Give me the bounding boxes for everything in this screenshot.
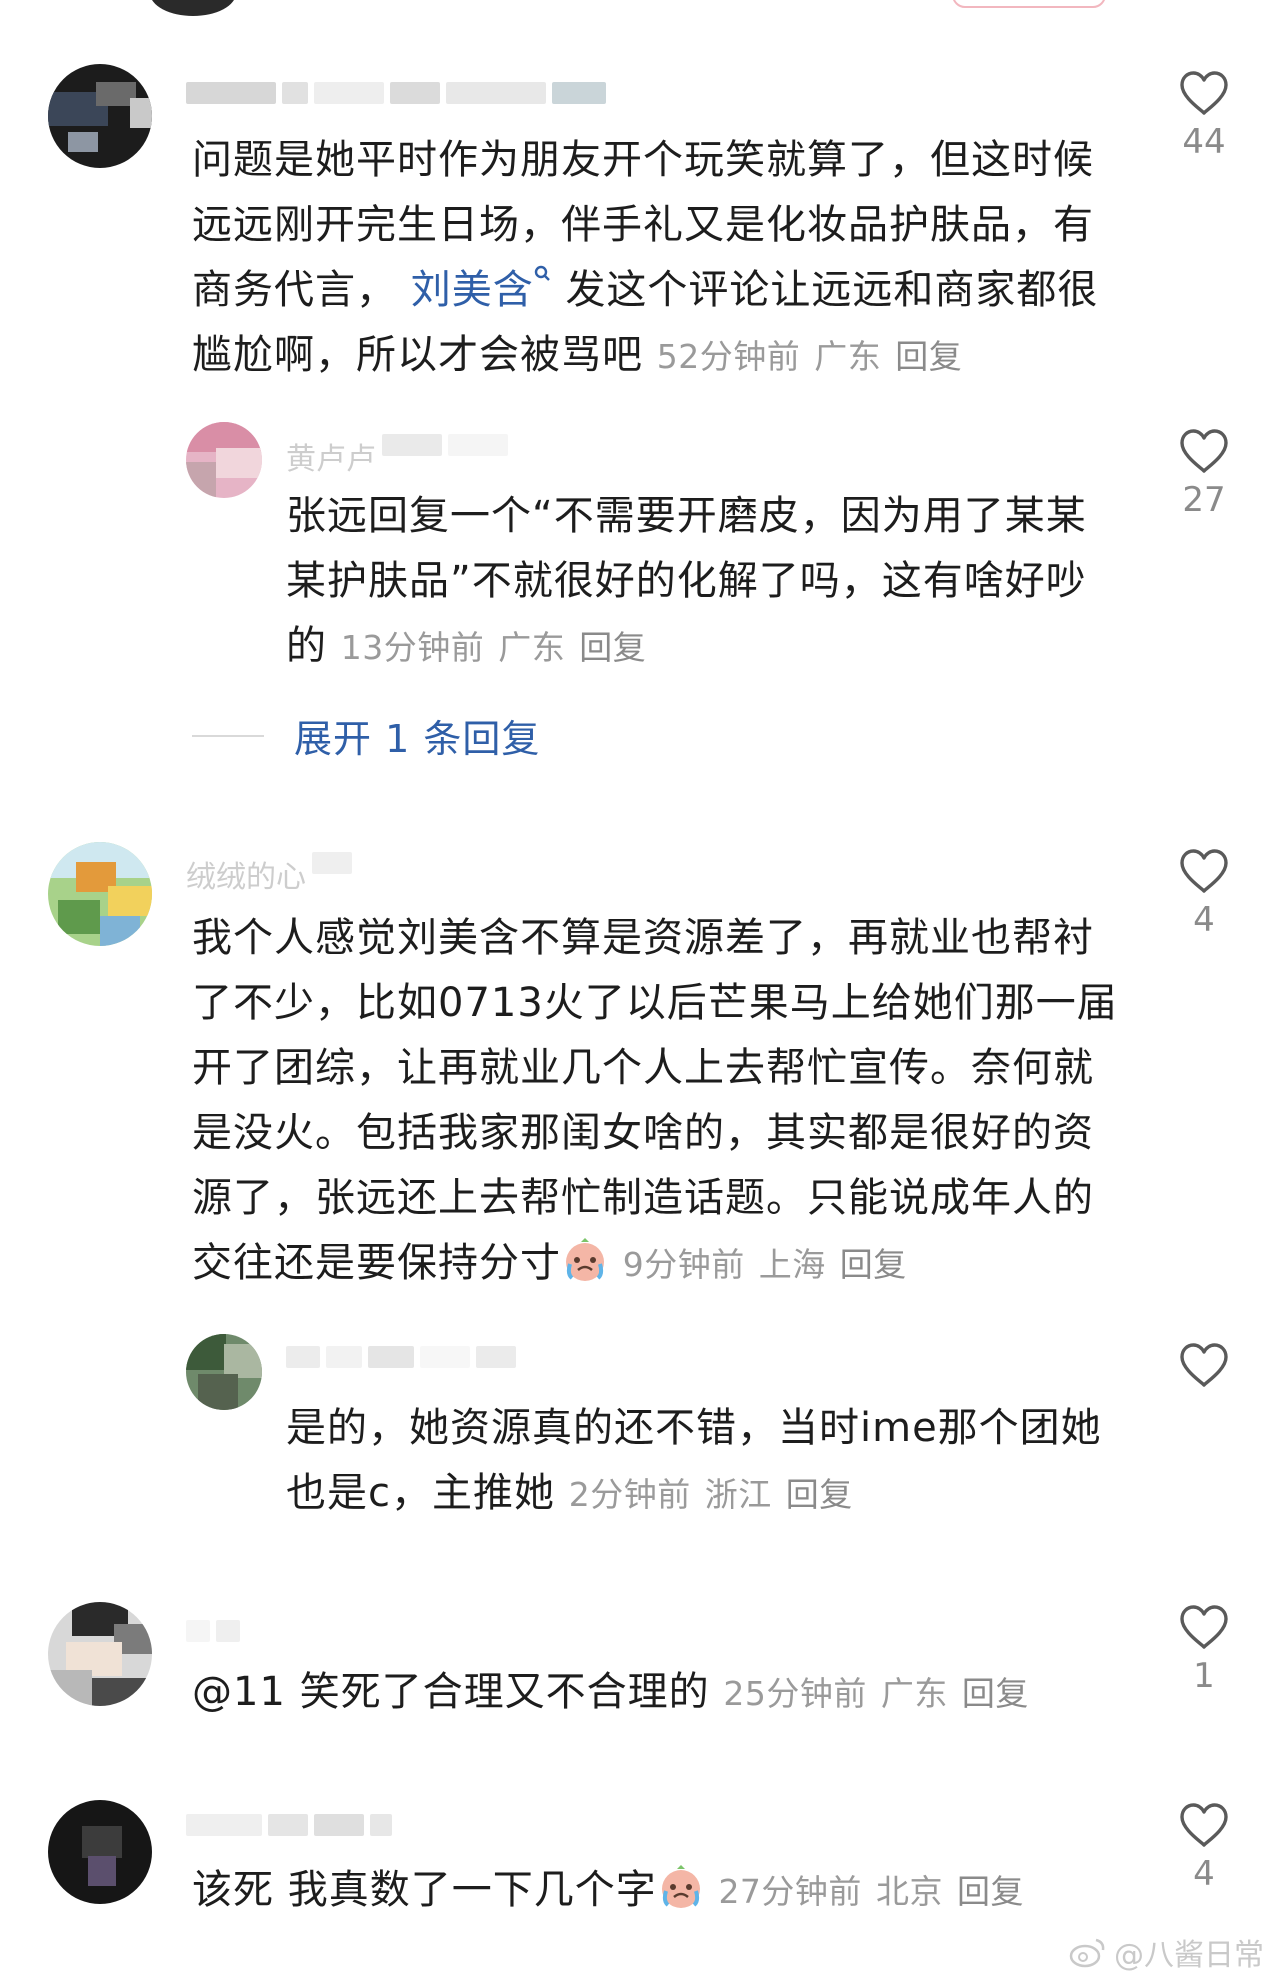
reply-button[interactable]: 回复 <box>840 1245 907 1284</box>
expand-replies-button[interactable]: 展开 1 条回复 <box>192 708 540 763</box>
comment-location: 广东 <box>814 337 882 376</box>
reply-button[interactable]: 回复 <box>957 1872 1024 1911</box>
heart-outline-icon <box>1180 1605 1228 1649</box>
reply-text: 张远回复一个“不需要开磨皮，因为用了某某某护肤品”不就很好的化解了吗，这有啥好吵… <box>286 493 1087 669</box>
comment-text: @11 笑死了合理又不合理的 25分钟前 广东 回复 <box>192 1669 1029 1715</box>
comment-time: 52分钟前 <box>656 337 801 376</box>
reply-button[interactable]: 回复 <box>895 337 962 376</box>
like-count: 1 <box>1193 1656 1215 1696</box>
reply-button[interactable]: 回复 <box>962 1674 1029 1713</box>
reply-meta: 2分钟前 浙江 回复 <box>569 1475 853 1514</box>
like-button[interactable]: 4 <box>1164 848 1244 940</box>
comment-meta: 25分钟前 广东 回复 <box>723 1674 1029 1713</box>
like-count: 27 <box>1182 480 1226 520</box>
search-icon <box>534 265 550 281</box>
avatar[interactable] <box>186 422 262 498</box>
heart-outline-icon <box>1180 429 1228 473</box>
username-blurred[interactable]: 黄卢卢 <box>286 428 508 477</box>
avatar <box>150 0 236 16</box>
reply-button[interactable]: 回复 <box>786 1475 853 1514</box>
like-button[interactable]: 1 <box>1164 1604 1244 1696</box>
comment-meta: 9分钟前 上海 回复 <box>623 1245 907 1284</box>
comment-meta: 27分钟前 北京 回复 <box>718 1872 1024 1911</box>
username-blurred[interactable] <box>186 1808 392 1842</box>
like-button[interactable]: 27 <box>1164 428 1244 520</box>
reply-location: 广东 <box>498 628 566 667</box>
reply-location: 浙江 <box>704 1475 772 1514</box>
username-blurred[interactable]: 绒绒的心 <box>186 846 352 895</box>
comment-text: 该死 我真数了一下几个字 27分钟前 北京 回复 <box>192 1858 1122 1924</box>
avatar[interactable] <box>48 64 152 168</box>
heart-outline-icon <box>1180 1803 1228 1847</box>
avatar[interactable] <box>186 1334 262 1410</box>
divider <box>192 734 264 737</box>
comment-time: 25分钟前 <box>723 1674 867 1713</box>
username-blurred[interactable] <box>286 1340 516 1374</box>
comment-location: 北京 <box>875 1872 943 1911</box>
like-count: 44 <box>1182 122 1226 162</box>
watermark-text: @八酱日常 <box>1114 1938 1264 1973</box>
tag-pill <box>952 0 1106 8</box>
comment-location: 广东 <box>880 1674 948 1713</box>
like-count: 4 <box>1193 1854 1215 1894</box>
mention-link[interactable]: 刘美含 <box>411 265 566 313</box>
comment-text: 我个人感觉刘美含不算是资源差了，再就业也帮衬了不少，比如0713火了以后芒果马上… <box>192 915 1118 1286</box>
comment-text: 问题是她平时作为朋友开个玩笑就算了，但这时候远远刚开完生日场，伴手礼又是化妆品护… <box>192 137 1099 378</box>
like-button[interactable]: 4 <box>1164 1802 1244 1894</box>
comment-meta: 52分钟前 广东 回复 <box>657 337 963 376</box>
heart-outline-icon <box>1180 849 1228 893</box>
avatar[interactable] <box>48 1602 152 1706</box>
crying-emoji-icon <box>561 1236 609 1284</box>
comment-time: 9分钟前 <box>622 1245 745 1284</box>
like-button[interactable] <box>1164 1342 1244 1394</box>
like-count: 4 <box>1193 900 1215 940</box>
username-blurred[interactable] <box>186 1614 240 1648</box>
comment-location: 上海 <box>758 1245 826 1284</box>
reply-button[interactable]: 回复 <box>579 628 646 667</box>
comment-time: 27分钟前 <box>718 1872 862 1911</box>
crying-emoji-icon <box>657 1863 705 1911</box>
reply-meta: 13分钟前 广东 回复 <box>341 628 647 667</box>
heart-outline-icon <box>1180 71 1228 115</box>
expand-replies-label[interactable]: 展开 1 条回复 <box>294 708 540 763</box>
avatar[interactable] <box>48 842 152 946</box>
watermark: @八酱日常 <box>1068 1930 1264 1974</box>
weibo-logo-icon <box>1069 1938 1105 1968</box>
like-button[interactable]: 44 <box>1164 70 1244 162</box>
username-blurred[interactable] <box>186 76 606 110</box>
heart-outline-icon <box>1180 1343 1228 1387</box>
reply-text: 是的，她资源真的还不错，当时ime那个团她也是c，主推她 2分钟前 浙江 回复 <box>286 1405 1102 1516</box>
reply-time: 2分钟前 <box>568 1475 691 1514</box>
reply-time: 13分钟前 <box>340 628 485 667</box>
previous-comment-fragment <box>0 0 1284 20</box>
avatar[interactable] <box>48 1800 152 1904</box>
